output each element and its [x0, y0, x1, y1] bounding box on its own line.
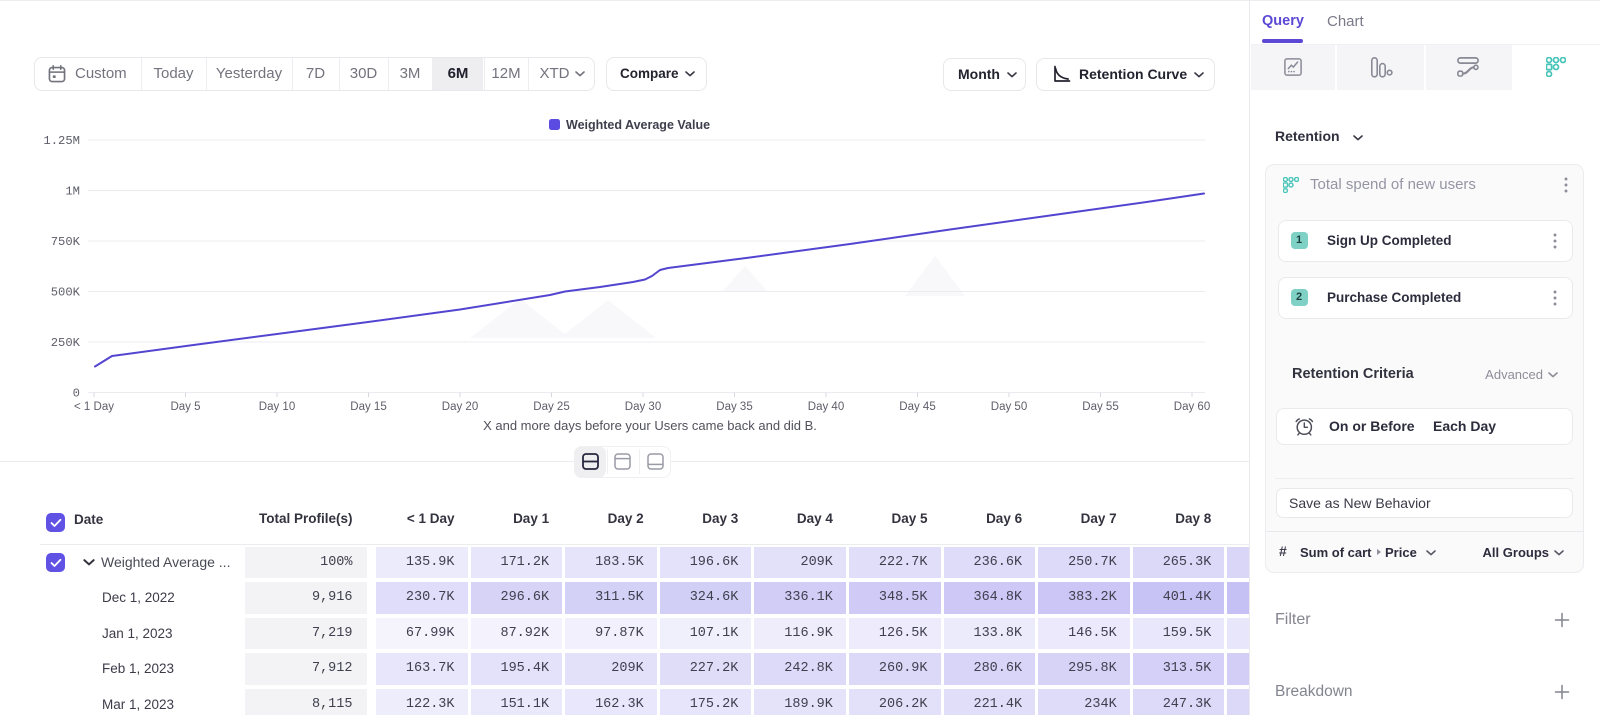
- svg-text:Day 10: Day 10: [259, 401, 295, 413]
- svg-text:Day 35: Day 35: [716, 401, 752, 413]
- svg-text:250K: 250K: [51, 336, 81, 350]
- svg-text:Day 55: Day 55: [1082, 401, 1118, 413]
- svg-text:Day 60: Day 60: [1174, 401, 1210, 413]
- svg-text:Day 15: Day 15: [350, 401, 386, 413]
- svg-text:Day 40: Day 40: [808, 401, 844, 413]
- svg-text:500K: 500K: [51, 286, 81, 300]
- svg-text:Day 20: Day 20: [442, 401, 478, 413]
- svg-text:Day 5: Day 5: [170, 401, 200, 413]
- svg-text:750K: 750K: [51, 235, 81, 249]
- svg-text:Day 50: Day 50: [991, 401, 1027, 413]
- svg-text:0: 0: [73, 387, 80, 401]
- svg-text:Day 25: Day 25: [533, 401, 569, 413]
- svg-text:Day 45: Day 45: [899, 401, 935, 413]
- svg-text:1.25M: 1.25M: [43, 134, 80, 148]
- svg-text:Day 30: Day 30: [625, 401, 661, 413]
- svg-text:< 1 Day: < 1 Day: [74, 401, 114, 413]
- svg-text:1M: 1M: [65, 185, 80, 199]
